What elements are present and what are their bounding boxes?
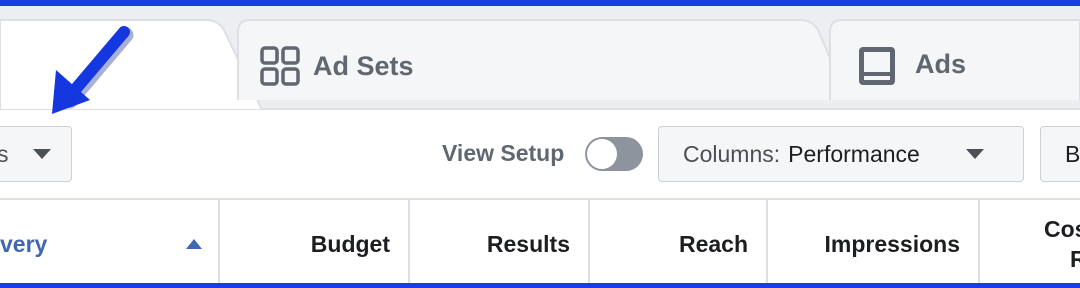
column-header-impressions-label: Impressions (824, 230, 961, 257)
column-header-delivery-label: very (0, 230, 48, 257)
chevron-down-icon (33, 149, 51, 159)
annotation-arrow-icon (52, 26, 134, 114)
column-header-results[interactable]: Results (410, 200, 590, 288)
column-header-reach-label: Reach (678, 230, 748, 257)
column-header-reach[interactable]: Reach (590, 200, 768, 288)
breakdown-dropdown[interactable]: B (1040, 126, 1080, 182)
column-header-budget[interactable]: Budget (220, 200, 410, 288)
column-header-budget-label: Budget (310, 230, 390, 257)
column-header-delivery[interactable]: very (0, 200, 220, 288)
columns-value: Performance (788, 140, 920, 167)
column-header-results-label: Results (486, 230, 570, 257)
column-header-cost[interactable]: Cos R (980, 200, 1080, 288)
frame-bottom-border (0, 283, 1080, 288)
column-header-cost-label: Cos (1044, 216, 1080, 242)
tab-bar: Ad Sets Ads (0, 6, 1080, 110)
toggle-knob (587, 139, 617, 169)
columns-dropdown[interactable]: Columns: Performance (658, 126, 1024, 182)
ad-window-icon (859, 47, 895, 85)
column-header-cost-extra: R (1070, 246, 1080, 272)
tab-ad-sets-label: Ad Sets (313, 51, 414, 81)
filter-dropdown[interactable]: s (0, 126, 72, 182)
view-setup-label: View Setup (442, 140, 565, 166)
grid-icon (260, 46, 300, 86)
columns-prefix: Columns: (683, 140, 781, 167)
toolbar: s View Setup Columns: Performance B (0, 110, 1080, 198)
column-header-impressions[interactable]: Impressions (768, 200, 980, 288)
tab-ads-label: Ads (915, 49, 967, 79)
filter-dropdown-label: s (0, 140, 9, 167)
sort-ascending-icon (186, 239, 202, 249)
view-setup-toggle[interactable] (585, 137, 643, 171)
breakdown-label: B (1065, 140, 1080, 167)
chevron-down-icon (966, 149, 985, 159)
table-header-row: very Budget Results Reach Impressions Co… (0, 198, 1080, 288)
frame-top-border (0, 0, 1080, 6)
